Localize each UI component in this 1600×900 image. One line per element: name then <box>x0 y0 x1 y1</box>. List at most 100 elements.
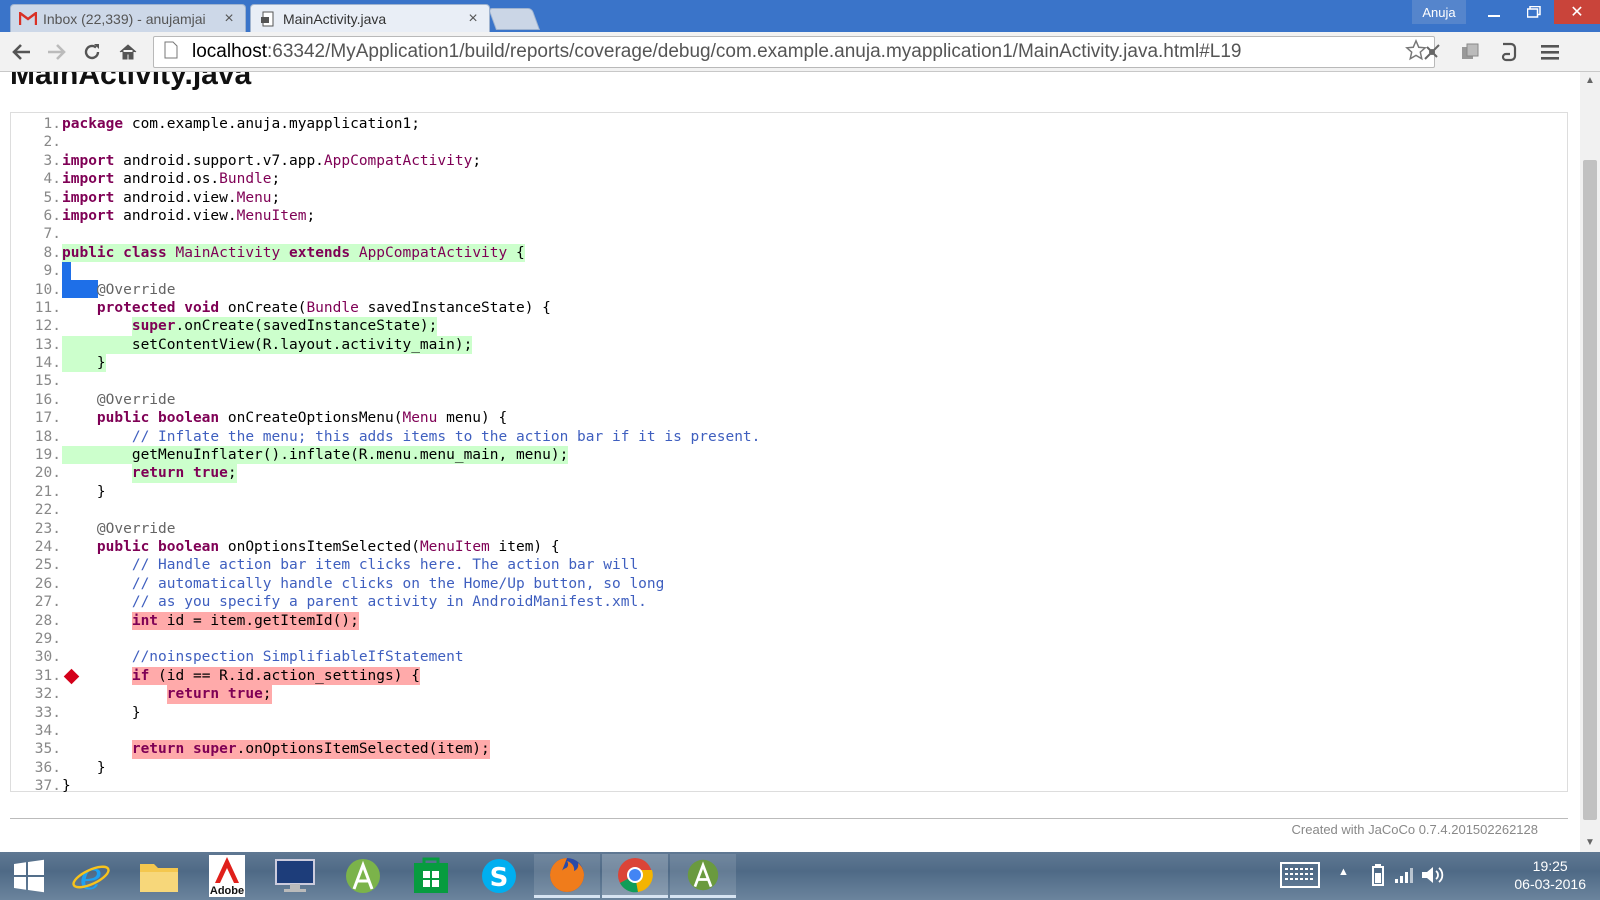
code-text: @Override <box>97 520 176 538</box>
back-icon[interactable] <box>8 38 36 66</box>
line-number[interactable]: 4. <box>11 170 61 188</box>
code-text: } <box>62 704 141 722</box>
line-number[interactable]: 35. <box>11 740 61 758</box>
line-number[interactable]: 6. <box>11 207 61 225</box>
line-number[interactable]: 8. <box>11 244 61 262</box>
line-number[interactable]: 26. <box>11 575 61 593</box>
code-line: 12. super.onCreate(savedInstanceState); <box>11 317 1567 336</box>
start-icon[interactable] <box>0 854 58 898</box>
file-explorer-icon[interactable] <box>126 854 192 898</box>
line-source: // Inflate the menu; this adds items to … <box>62 428 761 446</box>
line-number[interactable]: 34. <box>11 722 61 740</box>
svg-text:S: S <box>490 863 509 893</box>
line-number[interactable]: 2. <box>11 133 61 151</box>
chrome-icon[interactable] <box>602 854 668 898</box>
line-number[interactable]: 5. <box>11 189 61 207</box>
lenovo-icon[interactable] <box>262 854 328 898</box>
store-icon[interactable] <box>398 854 464 898</box>
line-number[interactable]: 19. <box>11 446 61 464</box>
line-number[interactable]: 12. <box>11 317 61 335</box>
line-number[interactable]: 30. <box>11 648 61 666</box>
code-line: 5. import android.view.Menu; <box>11 189 1567 207</box>
line-number[interactable]: 18. <box>11 428 61 446</box>
minimize-icon[interactable] <box>1474 0 1514 24</box>
line-number[interactable]: 11. <box>11 299 61 317</box>
line-number[interactable]: 17. <box>11 409 61 427</box>
tab-mainactivity[interactable]: MainActivity.java × <box>250 4 490 32</box>
code-text: } <box>62 759 106 777</box>
code-token: return super <box>131 741 237 758</box>
line-number[interactable]: 33. <box>11 704 61 722</box>
line-number[interactable]: 21. <box>11 483 61 501</box>
uncovered-code: int id = item.getItemId(); <box>131 611 359 630</box>
code-line: 23. @Override <box>11 520 1567 538</box>
code-token: return true <box>131 465 228 482</box>
line-number[interactable]: 27. <box>11 593 61 611</box>
code-token: } <box>62 483 106 500</box>
android-studio-icon[interactable] <box>330 854 396 898</box>
keyboard-icon[interactable] <box>1280 862 1320 888</box>
reload-icon[interactable] <box>78 38 106 66</box>
new-tab-button[interactable] <box>487 8 541 30</box>
evernote-icon[interactable] <box>1494 38 1522 66</box>
restore-icon[interactable] <box>1514 0 1554 24</box>
close-icon[interactable]: × <box>465 10 481 28</box>
battery-icon[interactable] <box>1372 864 1384 886</box>
adobe-icon[interactable]: Adobe <box>194 854 260 898</box>
skype-icon[interactable]: S <box>466 854 532 898</box>
forward-icon[interactable] <box>42 38 70 66</box>
clock[interactable]: 19:25 06-03-2016 <box>1514 857 1586 893</box>
url-text[interactable]: localhost:63342/MyApplication1/build/rep… <box>192 41 1402 63</box>
close-icon[interactable]: × <box>221 10 237 28</box>
code-line: 21. } <box>11 483 1567 501</box>
document-icon <box>259 11 277 27</box>
signal-icon[interactable] <box>1394 866 1414 884</box>
extension-copy-icon[interactable] <box>1456 38 1484 66</box>
volume-icon[interactable] <box>1420 864 1444 886</box>
line-number[interactable]: 1. <box>11 115 61 133</box>
jacoco-link[interactable]: JaCoCo <box>1368 822 1415 837</box>
line-number[interactable]: 37. <box>11 777 61 795</box>
line-number[interactable]: 25. <box>11 556 61 574</box>
line-number[interactable]: 36. <box>11 759 61 777</box>
menu-icon[interactable] <box>1536 38 1564 66</box>
scroll-up-icon[interactable]: ▲ <box>1580 72 1600 90</box>
chevron-up-icon[interactable]: ▲ <box>1338 866 1352 880</box>
code-line: 24. public boolean onOptionsItemSelected… <box>11 538 1567 556</box>
line-number[interactable]: 29. <box>11 630 61 648</box>
browser-title-bar: Inbox (22,339) - anujamjai × MainActivit… <box>0 0 1600 32</box>
line-source: super.onCreate(savedInstanceState); <box>62 317 438 336</box>
scroll-thumb[interactable] <box>1583 160 1597 820</box>
line-number[interactable]: 28. <box>11 612 61 630</box>
code-token: if <box>131 667 150 684</box>
line-number[interactable]: 7. <box>11 225 61 243</box>
line-number[interactable]: 32. <box>11 685 61 703</box>
line-number[interactable]: 23. <box>11 520 61 538</box>
android-studio-icon[interactable] <box>670 854 736 898</box>
line-number[interactable]: 14. <box>11 354 61 372</box>
svg-text:e: e <box>80 856 103 896</box>
line-number[interactable]: 22. <box>11 501 61 519</box>
internet-explorer-icon[interactable]: e <box>58 854 124 898</box>
uncovered-code: return true; <box>166 685 272 704</box>
vertical-scrollbar[interactable]: ▲ ▼ <box>1580 72 1600 852</box>
line-number[interactable]: 24. <box>11 538 61 556</box>
line-number[interactable]: 10. <box>11 281 61 299</box>
line-number[interactable]: 9. <box>11 262 61 280</box>
line-number[interactable]: 31. <box>11 667 61 685</box>
line-number[interactable]: 20. <box>11 464 61 482</box>
extension-bug-icon[interactable] <box>1418 38 1446 66</box>
line-number[interactable]: 3. <box>11 152 61 170</box>
profile-button[interactable]: Anuja <box>1412 0 1466 24</box>
firefox-icon[interactable] <box>534 854 600 898</box>
line-number[interactable]: 13. <box>11 336 61 354</box>
line-number[interactable]: 15. <box>11 372 61 390</box>
line-number[interactable]: 16. <box>11 391 61 409</box>
home-icon[interactable] <box>114 38 142 66</box>
code-token: @Override <box>96 520 176 537</box>
tab-inbox[interactable]: Inbox (22,339) - anujamjai × <box>10 4 246 32</box>
close-window-icon[interactable]: ✕ <box>1554 0 1600 24</box>
scroll-down-icon[interactable]: ▼ <box>1580 834 1600 852</box>
covered-code: setContentView(R.layout.activity_main); <box>62 335 473 355</box>
address-bar[interactable]: localhost:63342/MyApplication1/build/rep… <box>153 36 1435 68</box>
